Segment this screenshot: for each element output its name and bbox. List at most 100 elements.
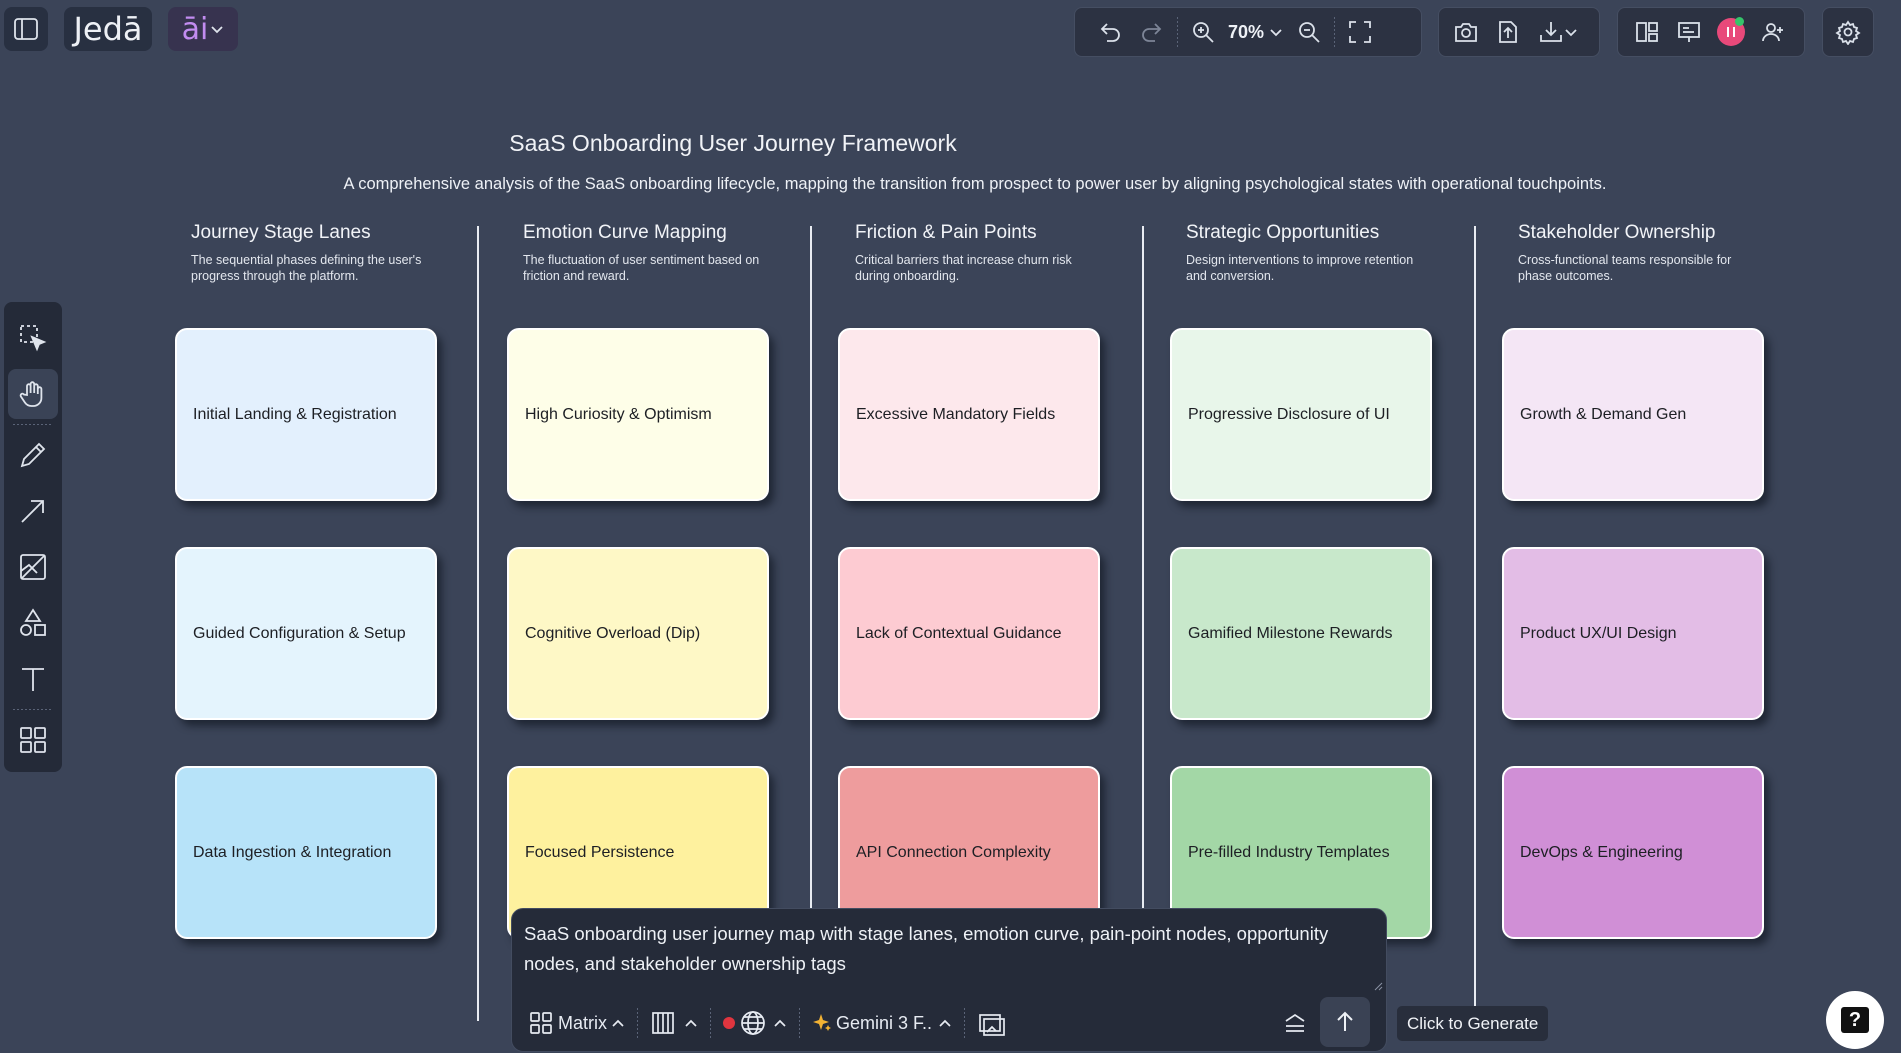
record-dot bbox=[723, 1017, 735, 1029]
zoom-level-dropdown[interactable]: 70% bbox=[1224, 11, 1288, 53]
canvas-title[interactable]: SaaS Onboarding User Journey Framework bbox=[0, 130, 1466, 157]
zoom-level: 70% bbox=[1228, 21, 1265, 42]
settings-button[interactable] bbox=[1827, 11, 1869, 53]
help-icon: ? bbox=[1841, 1007, 1869, 1033]
toolbar-divider bbox=[1177, 17, 1178, 47]
add-user-icon bbox=[1762, 23, 1783, 42]
collab-toolbar bbox=[1617, 7, 1805, 57]
column-header-friction-points[interactable]: Friction & Pain Points Critical barriers… bbox=[855, 222, 1135, 284]
card-opportunity[interactable]: Gamified Milestone Rewards bbox=[1170, 547, 1432, 720]
app-logo[interactable]: Jedā bbox=[64, 7, 152, 51]
columns-dropdown[interactable] bbox=[644, 1003, 704, 1043]
card-pain-point[interactable]: Lack of Contextual Guidance bbox=[838, 547, 1100, 720]
redo-button[interactable] bbox=[1131, 11, 1173, 53]
image-tool-button[interactable] bbox=[8, 542, 58, 592]
chevron-down-icon bbox=[211, 26, 223, 34]
collapse-panel-button[interactable] bbox=[1276, 1003, 1314, 1043]
column-description: The sequential phases defining the user'… bbox=[191, 253, 422, 283]
arrow-icon bbox=[21, 500, 44, 523]
presentation-icon bbox=[1678, 22, 1700, 42]
column-description: Critical barriers that increase churn ri… bbox=[855, 253, 1072, 283]
image-context-icon bbox=[979, 1014, 1005, 1036]
generate-button[interactable] bbox=[1320, 997, 1370, 1047]
column-divider bbox=[1474, 226, 1476, 1021]
layout-panel-button[interactable] bbox=[1626, 11, 1668, 53]
card-journey-stage[interactable]: Initial Landing & Registration bbox=[175, 328, 437, 501]
upload-button[interactable] bbox=[1487, 11, 1529, 53]
hand-tool-button[interactable] bbox=[8, 369, 58, 419]
card-emotion[interactable]: Cognitive Overload (Dip) bbox=[507, 547, 769, 720]
zoom-out-button[interactable] bbox=[1288, 11, 1330, 53]
arrow-tool-button[interactable] bbox=[8, 486, 58, 536]
column-header-emotion-curve[interactable]: Emotion Curve Mapping The fluctuation of… bbox=[523, 222, 803, 284]
add-user-button[interactable] bbox=[1752, 11, 1794, 53]
help-button[interactable]: ? bbox=[1826, 991, 1884, 1049]
model-label: Gemini 3 F.. bbox=[836, 1012, 933, 1033]
fit-screen-button[interactable] bbox=[1339, 11, 1381, 53]
card-stakeholder[interactable]: Product UX/UI Design bbox=[1502, 547, 1764, 720]
card-pain-point[interactable]: Excessive Mandatory Fields bbox=[838, 328, 1100, 501]
column-divider bbox=[810, 226, 812, 1021]
column-description: The fluctuation of user sentiment based … bbox=[523, 253, 760, 283]
user-avatar[interactable] bbox=[1710, 11, 1752, 53]
chevron-down-icon bbox=[1270, 29, 1282, 37]
screenshot-button[interactable] bbox=[1445, 11, 1487, 53]
resize-handle-icon[interactable] bbox=[1373, 981, 1383, 991]
attach-context-button[interactable] bbox=[971, 1003, 1013, 1043]
ai-menu-button[interactable]: āi bbox=[168, 7, 238, 51]
shapes-tool-button[interactable] bbox=[8, 598, 58, 648]
select-tool-button[interactable] bbox=[8, 313, 58, 363]
zoom-toolbar: 70% bbox=[1074, 7, 1422, 57]
toolbar-divider bbox=[964, 1008, 966, 1038]
templates-tool-button[interactable] bbox=[8, 715, 58, 765]
toolbar-divider bbox=[13, 709, 53, 710]
zoom-in-button[interactable] bbox=[1182, 11, 1224, 53]
card-stakeholder[interactable]: DevOps & Engineering bbox=[1502, 766, 1764, 939]
web-search-dropdown[interactable] bbox=[717, 1003, 793, 1043]
text-icon bbox=[22, 668, 44, 691]
card-journey-stage[interactable]: Guided Configuration & Setup bbox=[175, 547, 437, 720]
card-emotion[interactable]: High Curiosity & Optimism bbox=[507, 328, 769, 501]
prompt-toolbar: Matrix Gemini 3 F.. bbox=[522, 997, 1376, 1047]
online-status-dot bbox=[1735, 17, 1744, 26]
canvas-subtitle[interactable]: A comprehensive analysis of the SaaS onb… bbox=[330, 175, 1620, 194]
download-button[interactable] bbox=[1529, 11, 1587, 53]
card-opportunity[interactable]: Progressive Disclosure of UI bbox=[1170, 328, 1432, 501]
presentation-button[interactable] bbox=[1668, 11, 1710, 53]
sparkle-icon bbox=[813, 1014, 831, 1031]
undo-button[interactable] bbox=[1089, 11, 1131, 53]
fullscreen-icon bbox=[1349, 21, 1371, 43]
layout-type-label: Matrix bbox=[558, 1012, 607, 1033]
prompt-input[interactable]: SaaS onboarding user journey map with st… bbox=[524, 919, 1374, 979]
toolbar-divider bbox=[1334, 17, 1336, 47]
column-heading: Emotion Curve Mapping bbox=[523, 222, 727, 243]
matrix-icon bbox=[530, 1012, 552, 1034]
app-logo-text: Jedā bbox=[73, 10, 143, 48]
image-icon bbox=[20, 554, 46, 580]
avatar-bars-icon bbox=[1727, 27, 1735, 37]
ai-prompt-panel: SaaS onboarding user journey map with st… bbox=[511, 908, 1387, 1052]
column-heading: Friction & Pain Points bbox=[855, 222, 1037, 243]
grid-icon bbox=[20, 727, 46, 753]
layout-panels-icon bbox=[1636, 22, 1658, 42]
redo-icon bbox=[1142, 23, 1162, 42]
card-stakeholder[interactable]: Growth & Demand Gen bbox=[1502, 328, 1764, 501]
card-journey-stage[interactable]: Data Ingestion & Integration bbox=[175, 766, 437, 939]
select-cursor-icon bbox=[20, 325, 47, 352]
column-header-opportunities[interactable]: Strategic Opportunities Design intervent… bbox=[1186, 222, 1466, 284]
layout-type-dropdown[interactable]: Matrix bbox=[522, 1003, 631, 1043]
sidebar-toggle-button[interactable] bbox=[4, 7, 48, 51]
column-heading: Stakeholder Ownership bbox=[1518, 222, 1716, 243]
text-tool-button[interactable] bbox=[8, 654, 58, 704]
model-dropdown[interactable]: Gemini 3 F.. bbox=[806, 1003, 958, 1043]
column-header-journey-stages[interactable]: Journey Stage Lanes The sequential phase… bbox=[191, 222, 471, 284]
globe-icon bbox=[741, 1011, 765, 1035]
column-header-stakeholders[interactable]: Stakeholder Ownership Cross-functional t… bbox=[1518, 222, 1798, 284]
shapes-icon bbox=[20, 608, 46, 636]
column-divider bbox=[1142, 226, 1144, 1021]
pen-tool-button[interactable] bbox=[8, 430, 58, 480]
sidebar-panel-icon bbox=[14, 18, 38, 40]
column-heading: Journey Stage Lanes bbox=[191, 222, 371, 243]
zoom-in-icon bbox=[1193, 22, 1214, 43]
settings-toolbar bbox=[1822, 7, 1874, 57]
